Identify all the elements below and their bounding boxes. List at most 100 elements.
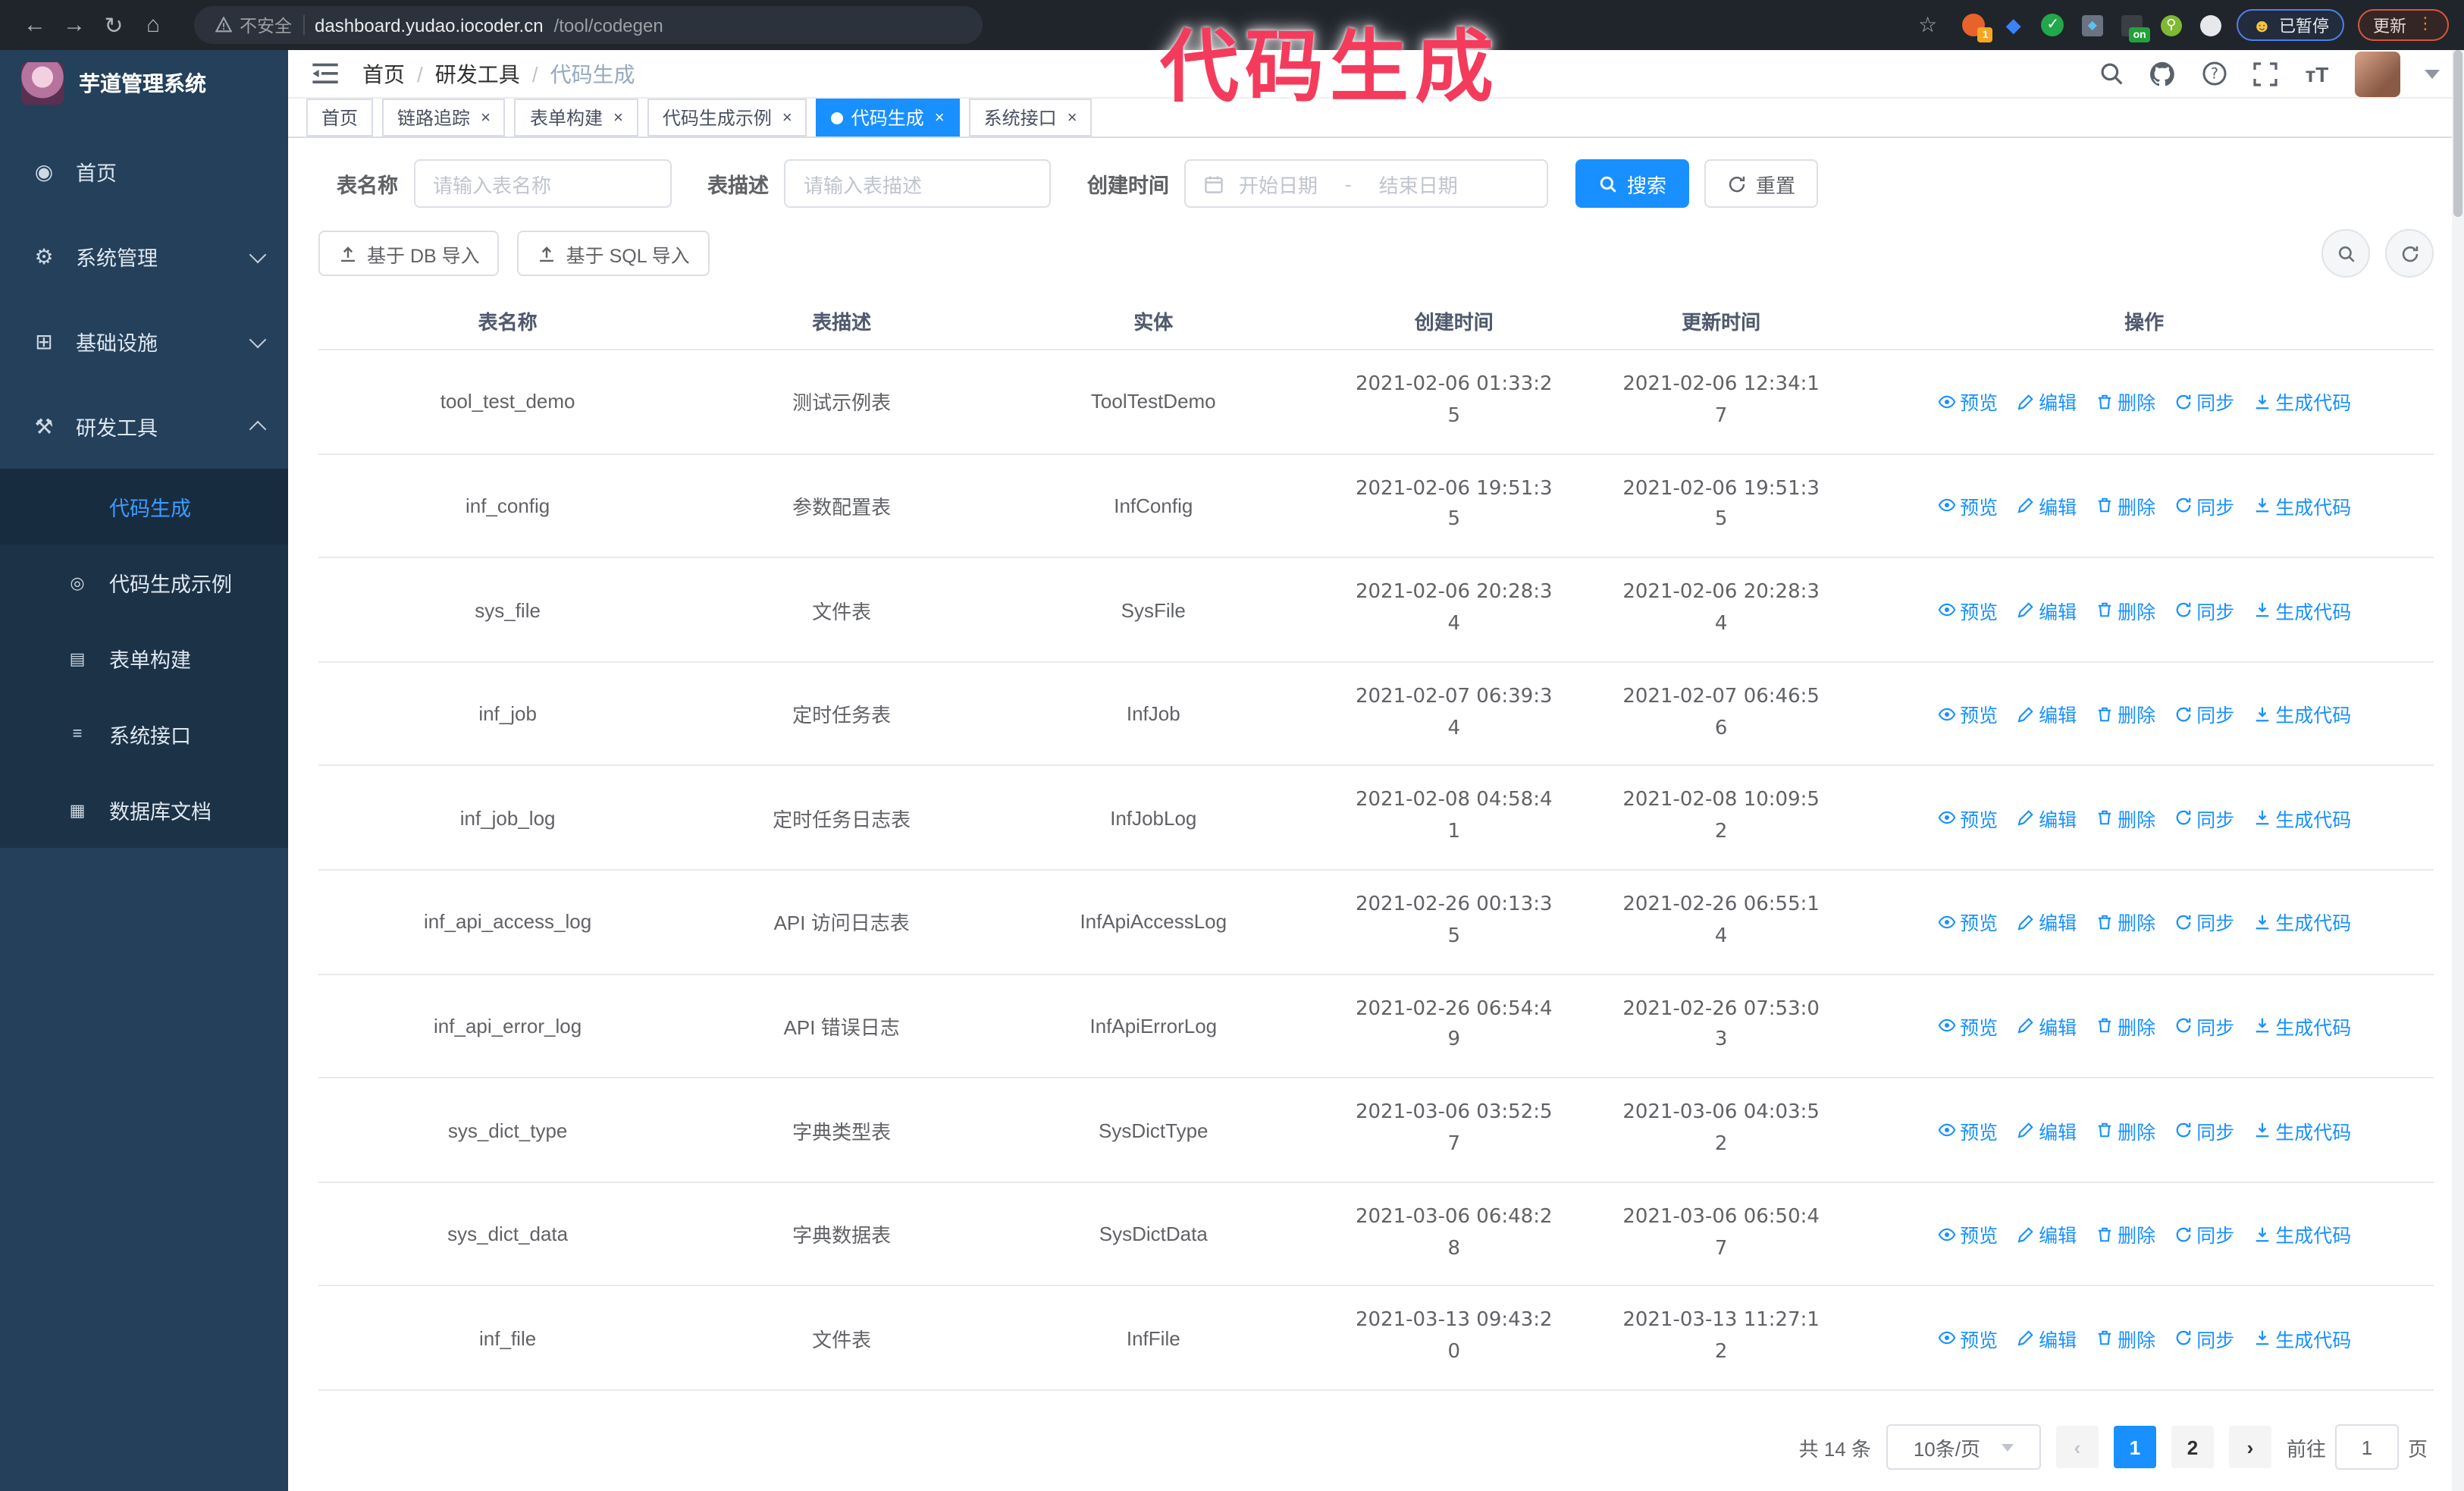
action-preview-link[interactable]: 预览	[1937, 1323, 1998, 1352]
action-delete-link[interactable]: 删除	[2095, 1323, 2155, 1352]
tab-trace[interactable]: 链路追踪 ×	[382, 99, 506, 137]
reset-button[interactable]: 重置	[1704, 159, 1819, 209]
action-preview-link[interactable]: 预览	[1937, 491, 1998, 520]
sidebar-item-form-builder[interactable]: ▤ 表单构建	[0, 620, 288, 696]
fullscreen-icon[interactable]	[2252, 60, 2279, 87]
action-generate-code-link[interactable]: 生成代码	[2252, 803, 2351, 832]
tab-system-api[interactable]: 系统接口 ×	[968, 99, 1092, 137]
sidebar-item-system-api[interactable]: ≡ 系统接口	[0, 696, 288, 772]
browser-back-button[interactable]: ←	[15, 5, 55, 45]
action-delete-link[interactable]: 删除	[2095, 803, 2155, 832]
action-preview-link[interactable]: 预览	[1937, 1116, 1998, 1144]
action-sync-link[interactable]: 同步	[2174, 803, 2234, 832]
page-button-2[interactable]: 2	[2171, 1426, 2214, 1468]
breadcrumb-item[interactable]: 首页	[362, 58, 405, 89]
help-icon[interactable]: ?	[2200, 60, 2227, 87]
tab-codegen-example[interactable]: 代码生成示例 ×	[647, 99, 807, 137]
toggle-search-button[interactable]	[2321, 229, 2370, 278]
action-preview-link[interactable]: 预览	[1937, 699, 1998, 728]
prev-page-button[interactable]: ‹	[2055, 1426, 2099, 1468]
action-sync-link[interactable]: 同步	[2174, 595, 2234, 624]
extension-icon-grid[interactable]: ◆	[2080, 12, 2105, 38]
search-button[interactable]: 搜索	[1575, 159, 1690, 209]
action-generate-code-link[interactable]: 生成代码	[2252, 595, 2351, 624]
bookmark-star-icon[interactable]: ☆	[1908, 5, 1948, 45]
action-sync-link[interactable]: 同步	[2174, 699, 2234, 728]
action-edit-link[interactable]: 编辑	[2016, 908, 2077, 937]
extension-icon-check[interactable]: ✓	[2040, 12, 2066, 38]
browser-menu-dots-icon[interactable]: ⋮	[2417, 16, 2434, 33]
action-preview-link[interactable]: 预览	[1937, 1219, 1998, 1248]
action-generate-code-link[interactable]: 生成代码	[2252, 388, 2351, 416]
window-scrollbar[interactable]	[2452, 50, 2464, 1491]
page-size-select[interactable]: 10条/页	[1886, 1424, 2041, 1470]
action-sync-link[interactable]: 同步	[2174, 908, 2234, 937]
extension-icon-puzzle[interactable]	[2198, 12, 2224, 38]
action-delete-link[interactable]: 删除	[2095, 491, 2155, 520]
browser-update-button[interactable]: 更新 ⋮	[2358, 9, 2449, 41]
action-sync-link[interactable]: 同步	[2174, 491, 2234, 520]
action-delete-link[interactable]: 删除	[2095, 595, 2155, 624]
tab-home[interactable]: 首页	[306, 99, 374, 137]
action-delete-link[interactable]: 删除	[2095, 388, 2155, 416]
security-warning[interactable]: 不安全	[215, 13, 292, 37]
action-preview-link[interactable]: 预览	[1937, 908, 1998, 937]
page-button-1[interactable]: 1	[2113, 1426, 2156, 1468]
browser-forward-button[interactable]: →	[55, 5, 94, 45]
refresh-table-button[interactable]	[2385, 229, 2434, 278]
import-db-button[interactable]: 基于 DB 导入	[318, 231, 500, 277]
action-delete-link[interactable]: 删除	[2095, 1116, 2155, 1144]
date-range-picker[interactable]: 开始日期 - 结束日期	[1184, 159, 1548, 209]
action-delete-link[interactable]: 删除	[2095, 1219, 2155, 1248]
action-generate-code-link[interactable]: 生成代码	[2252, 1323, 2351, 1352]
user-menu-caret-icon[interactable]	[2425, 69, 2440, 79]
breadcrumb-item[interactable]: 研发工具	[435, 58, 520, 89]
sidebar-toggle-button[interactable]	[312, 62, 338, 85]
extension-icon-gem[interactable]: ◆	[2001, 12, 2027, 38]
sidebar-item-infrastructure[interactable]: ⊞ 基础设施	[0, 299, 288, 384]
action-generate-code-link[interactable]: 生成代码	[2252, 491, 2351, 520]
action-sync-link[interactable]: 同步	[2174, 388, 2234, 416]
extension-icon-key[interactable]: ⚲	[2158, 12, 2184, 38]
action-sync-link[interactable]: 同步	[2174, 1219, 2234, 1248]
action-sync-link[interactable]: 同步	[2174, 1116, 2234, 1144]
action-preview-link[interactable]: 预览	[1937, 388, 1998, 416]
extension-icon-dark[interactable]: on	[2119, 12, 2151, 42]
sidebar-item-home[interactable]: ◉ 首页	[0, 129, 288, 214]
user-avatar[interactable]	[2355, 51, 2400, 97]
sidebar-item-code-generation[interactable]: 代码生成	[0, 469, 288, 545]
action-edit-link[interactable]: 编辑	[2016, 595, 2077, 624]
import-sql-button[interactable]: 基于 SQL 导入	[517, 231, 710, 277]
action-edit-link[interactable]: 编辑	[2016, 1012, 2077, 1041]
action-generate-code-link[interactable]: 生成代码	[2252, 699, 2351, 728]
table-name-input[interactable]: 请输入表名称	[413, 159, 671, 209]
close-tab-icon[interactable]: ×	[782, 108, 792, 127]
close-tab-icon[interactable]: ×	[613, 108, 623, 127]
sidebar-item-system-management[interactable]: ⚙ 系统管理	[0, 214, 288, 299]
github-icon[interactable]	[2149, 60, 2176, 87]
next-page-button[interactable]: ›	[2228, 1426, 2271, 1468]
goto-page-input[interactable]: 1	[2334, 1424, 2399, 1470]
browser-home-button[interactable]: ⌂	[133, 5, 173, 45]
header-search-icon[interactable]	[2097, 60, 2124, 87]
action-edit-link[interactable]: 编辑	[2016, 803, 2077, 832]
action-edit-link[interactable]: 编辑	[2016, 1116, 2077, 1144]
action-generate-code-link[interactable]: 生成代码	[2252, 1219, 2351, 1248]
action-edit-link[interactable]: 编辑	[2016, 699, 2077, 728]
action-delete-link[interactable]: 删除	[2095, 908, 2155, 937]
profile-paused-chip[interactable]: ☻ 已暂停	[2237, 9, 2344, 41]
browser-reload-button[interactable]: ↻	[94, 5, 133, 45]
action-generate-code-link[interactable]: 生成代码	[2252, 908, 2351, 937]
action-sync-link[interactable]: 同步	[2174, 1012, 2234, 1041]
tab-form-builder[interactable]: 表单构建 ×	[514, 99, 638, 137]
action-preview-link[interactable]: 预览	[1937, 1012, 1998, 1041]
action-preview-link[interactable]: 预览	[1937, 595, 1998, 624]
close-tab-icon[interactable]: ×	[935, 108, 945, 127]
close-tab-icon[interactable]: ×	[1067, 108, 1077, 127]
action-edit-link[interactable]: 编辑	[2016, 491, 2077, 520]
sidebar-logo[interactable]: 芋道管理系统	[0, 50, 288, 117]
tab-codegen[interactable]: 代码生成 ×	[816, 99, 960, 137]
action-edit-link[interactable]: 编辑	[2016, 1219, 2077, 1248]
extension-icon-orange[interactable]: 1	[1961, 12, 1993, 42]
font-size-icon[interactable]: ᴛT	[2303, 60, 2331, 87]
